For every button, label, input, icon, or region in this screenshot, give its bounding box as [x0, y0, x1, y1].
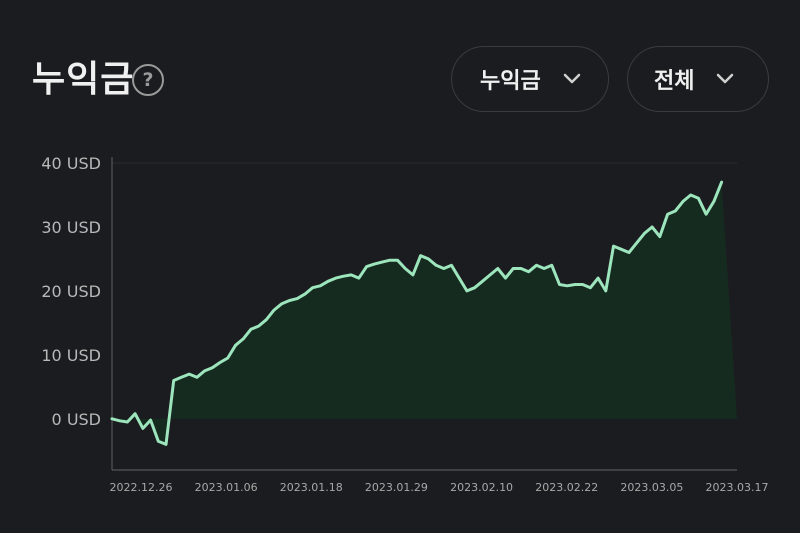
- x-tick-label: 2023.01.06: [195, 481, 258, 494]
- profit-chart: 0 USD 10 USD 20 USD 30 USD 40 USD 2022.12.26 2…: [41, 154, 769, 494]
- x-tick-label: 2023.02.10: [450, 481, 513, 494]
- x-tick-label: 2023.03.17: [706, 481, 769, 494]
- y-tick-label: 20 USD: [41, 282, 101, 301]
- x-tick-label: 2023.02.22: [535, 481, 598, 494]
- x-tick-label: 2023.01.29: [365, 481, 428, 494]
- x-tick-label: 2022.12.26: [110, 481, 173, 494]
- y-tick-label: 10 USD: [41, 346, 101, 365]
- area-fill: [112, 182, 737, 445]
- y-tick-label: 40 USD: [41, 154, 101, 173]
- y-tick-label: 0 USD: [52, 410, 101, 429]
- y-tick-label: 30 USD: [41, 218, 101, 237]
- x-tick-label: 2023.01.18: [280, 481, 343, 494]
- x-tick-label: 2023.03.05: [620, 481, 683, 494]
- profit-page: 누익금 ? 누익금 전체 0 USD 10 USD 20 USD 30 USD 40 U…: [0, 0, 800, 533]
